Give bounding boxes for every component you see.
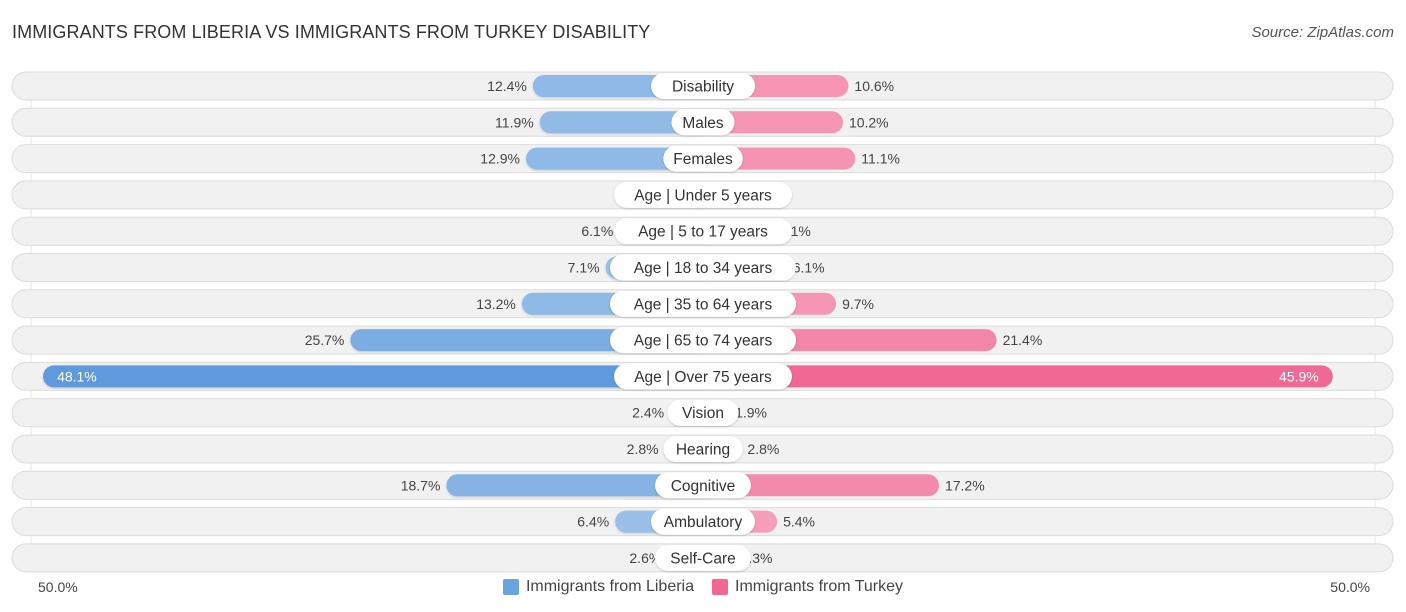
value-label-liberia: 7.1% (568, 260, 600, 276)
category-label: Age | 35 to 64 years (634, 296, 773, 313)
category-label: Age | Over 75 years (634, 369, 772, 386)
legend-swatch-turkey (712, 579, 728, 595)
chart-row: 6.4% 5.4% Ambulatory (11, 507, 1394, 537)
chart-row: 13.2% 9.7% Age | 35 to 64 years (11, 289, 1394, 319)
chart-row: 2.4% 1.9% Vision (11, 398, 1394, 428)
value-label-turkey: 6.1% (793, 260, 825, 276)
value-label-liberia: 13.2% (476, 296, 516, 312)
chart-row: 12.4% 10.6% Disability (11, 71, 1394, 101)
category-label: Females (673, 151, 733, 168)
legend-label-turkey: Immigrants from Turkey (735, 578, 904, 595)
chart-row: 12.9% 11.1% Females (11, 144, 1394, 174)
chart-row: 2.8% 2.8% Hearing (11, 434, 1394, 464)
chart-row: 11.9% 10.2% Males (11, 107, 1394, 137)
category-label: Hearing (676, 442, 730, 459)
category-label: Ambulatory (664, 514, 743, 531)
chart-row: 25.7% 21.4% Age | 65 to 74 years (11, 325, 1394, 355)
category-label: Age | 5 to 17 years (638, 224, 768, 241)
value-label-liberia: 48.1% (57, 368, 97, 384)
category-label: Age | Under 5 years (634, 187, 772, 204)
category-label: Self-Care (670, 550, 735, 567)
legend-item-turkey[interactable]: Immigrants from Turkey (712, 578, 903, 596)
chart-row: 6.1% 5.1%Age | 5 to 17 years (11, 216, 1394, 246)
value-label-turkey: 10.6% (854, 78, 894, 94)
value-label-turkey: 2.8% (747, 441, 779, 457)
legend-item-liberia[interactable]: Immigrants from Liberia (502, 578, 694, 596)
value-label-turkey: 21.4% (1003, 332, 1043, 348)
value-label-liberia: 12.4% (487, 78, 527, 94)
value-label-liberia: 6.4% (577, 514, 609, 530)
chart-row: 1.4%1.1%Age | Under 5 years (11, 180, 1394, 210)
value-label-turkey: 17.2% (945, 477, 985, 493)
value-label-turkey: 10.2% (849, 114, 889, 130)
value-label-liberia: 2.4% (632, 405, 664, 421)
diverging-bar-chart: 12.4% 10.6% Disability 11.9% 10.2% Males 12.9%… (11, 71, 1394, 573)
value-label-turkey: 11.1% (861, 151, 900, 167)
value-label-turkey: 5.4% (783, 514, 815, 530)
chart-row: 48.1% 45.9% Age | Over 75 years (11, 361, 1394, 391)
legend: Immigrants from Liberia Immigrants from … (0, 578, 1406, 596)
value-label-turkey: 9.7% (842, 296, 874, 312)
category-label: Cognitive (671, 478, 736, 495)
category-label: Males (682, 115, 724, 132)
category-label: Disability (672, 79, 734, 96)
value-label-turkey: 45.9% (1279, 368, 1319, 384)
value-label-liberia: 6.1% (581, 223, 613, 239)
value-label-liberia: 2.8% (627, 441, 659, 457)
legend-label-liberia: Immigrants from Liberia (525, 578, 694, 595)
value-label-liberia: 11.9% (495, 114, 534, 130)
value-label-liberia: 12.9% (480, 151, 520, 167)
legend-swatch-liberia (502, 579, 519, 595)
chart-row: 7.1% 6.1% Age | 18 to 34 years (11, 253, 1394, 282)
chart-row: 18.7% 17.2% Cognitive (11, 470, 1394, 500)
category-label: Age | 18 to 34 years (634, 260, 773, 277)
value-label-liberia: 18.7% (401, 477, 441, 493)
category-label: Age | 65 to 74 years (634, 333, 773, 350)
category-label: Vision (682, 405, 724, 422)
value-label-liberia: 25.7% (305, 332, 345, 348)
value-label-turkey: 1.9% (735, 405, 767, 421)
chart-row: 2.6% 2.3%Self-Care (11, 543, 1394, 573)
bar-liberia[interactable] (43, 365, 715, 388)
